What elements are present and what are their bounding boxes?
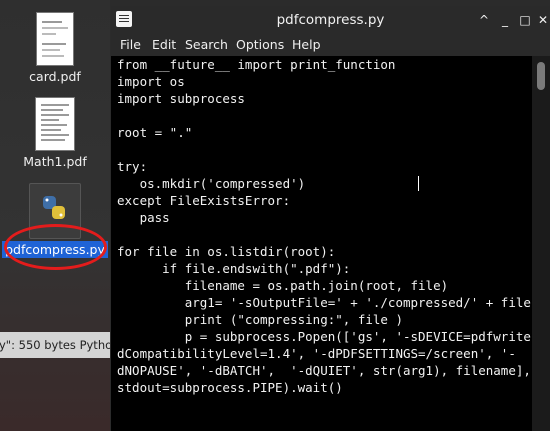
- code-line: pass: [117, 210, 170, 225]
- minimize-button[interactable]: ^: [474, 6, 494, 34]
- scrollbar-thumb[interactable]: [537, 62, 545, 90]
- code-line: root = ".": [117, 125, 193, 140]
- code-line: p = subprocess.Popen(['gs', '-sDEVICE=pd…: [117, 329, 532, 344]
- code-line: print ("compressing:", file ): [117, 312, 403, 327]
- code-line: for file in os.listdir(root):: [117, 244, 336, 259]
- pdf-document-icon: [36, 12, 74, 66]
- text-cursor: [418, 176, 419, 191]
- file-info-status: y": 550 bytes Python: [0, 332, 110, 358]
- code-line: stdout=subprocess.PIPE).wait(): [117, 380, 343, 395]
- maximize-button[interactable]: □: [515, 6, 535, 34]
- menu-bar: File Edit Search Options Help: [111, 34, 550, 56]
- code-line: try:: [117, 159, 148, 174]
- code-line: import os: [117, 74, 185, 89]
- code-editor[interactable]: from __future__ import print_function im…: [111, 56, 532, 431]
- code-line: from __future__ import print_function: [117, 57, 396, 72]
- pdf-document-icon: [35, 97, 75, 151]
- code-line: dCompatibilityLevel=1.4', '-dPDFSETTINGS…: [117, 346, 516, 361]
- file-label-card-pdf: card.pdf: [29, 69, 81, 84]
- desktop-file-math1-pdf[interactable]: Math1.pdf: [0, 97, 110, 170]
- menu-file[interactable]: File: [120, 34, 141, 56]
- desktop-file-card-pdf[interactable]: card.pdf: [0, 12, 110, 85]
- code-line: except FileExistsError:: [117, 193, 291, 208]
- menu-help[interactable]: Help: [292, 34, 321, 56]
- vertical-scrollbar[interactable]: [532, 56, 550, 431]
- highlight-annotation-circle: [4, 224, 107, 270]
- menu-options[interactable]: Options: [236, 34, 284, 56]
- text-editor-window: pdfcompress.py ^ _ □ ✕ File Edit Search …: [111, 6, 550, 431]
- menu-edit[interactable]: Edit: [152, 34, 176, 56]
- title-bar[interactable]: pdfcompress.py ^ _ □ ✕: [111, 6, 550, 34]
- code-line: if file.endswith(".pdf"):: [117, 261, 351, 276]
- code-line: os.mkdir('compressed'): [117, 176, 306, 191]
- code-line: import subprocess: [117, 91, 245, 106]
- close-button[interactable]: ✕: [533, 6, 550, 34]
- code-line: dNOPAUSE', '-dBATCH', '-dQUIET', str(arg…: [117, 363, 531, 378]
- restore-button[interactable]: _: [495, 6, 515, 34]
- code-line: arg1= '-sOutputFile=' + './compressed/' …: [117, 295, 531, 310]
- file-label-math1-pdf: Math1.pdf: [23, 154, 87, 169]
- desktop: card.pdf Math1.pdf pdfcompress.py y": 55…: [0, 0, 110, 431]
- code-line: filename = os.path.join(root, file): [117, 278, 449, 293]
- menu-search[interactable]: Search: [185, 34, 228, 56]
